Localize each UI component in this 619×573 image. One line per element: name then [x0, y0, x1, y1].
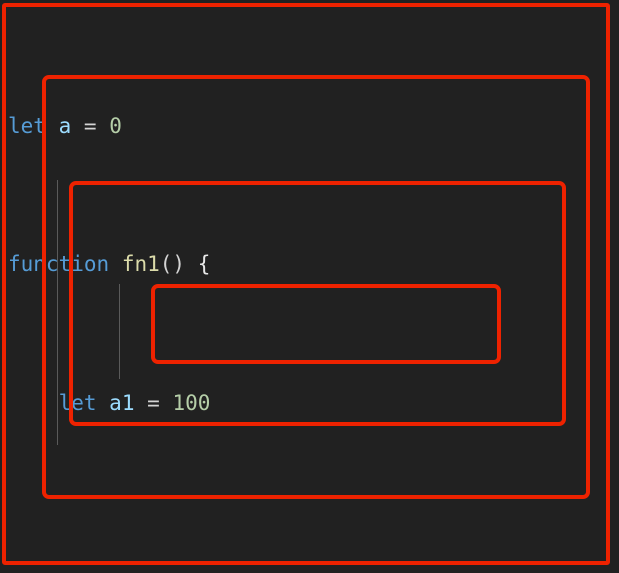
token-keyword-function: function: [8, 252, 110, 277]
code-screenshot-root: let a = 0 function fn1() { let a1 = 100 …: [0, 0, 619, 573]
token-paren-open: (: [159, 252, 173, 277]
token-operator-equals: =: [83, 113, 97, 138]
token-number-100: 100: [172, 390, 211, 415]
code-text-block[interactable]: let a = 0 function fn1() { let a1 = 100 …: [8, 5, 619, 573]
token-variable-a1: a1: [109, 390, 135, 415]
token-keyword-let: let: [8, 113, 46, 138]
token-brace-open: {: [197, 252, 211, 277]
code-line-3[interactable]: let a1 = 100: [8, 386, 619, 421]
code-line-1[interactable]: let a = 0: [8, 109, 619, 144]
token-number-0: 0: [109, 113, 122, 138]
code-line-4-blank[interactable]: [8, 524, 619, 559]
token-operator-equals: =: [147, 390, 160, 415]
token-keyword-let: let: [58, 390, 97, 415]
code-line-2[interactable]: function fn1() {: [8, 247, 619, 282]
token-variable-a: a: [58, 113, 72, 138]
token-paren-close: ): [172, 252, 186, 277]
token-function-fn1: fn1: [121, 252, 160, 277]
